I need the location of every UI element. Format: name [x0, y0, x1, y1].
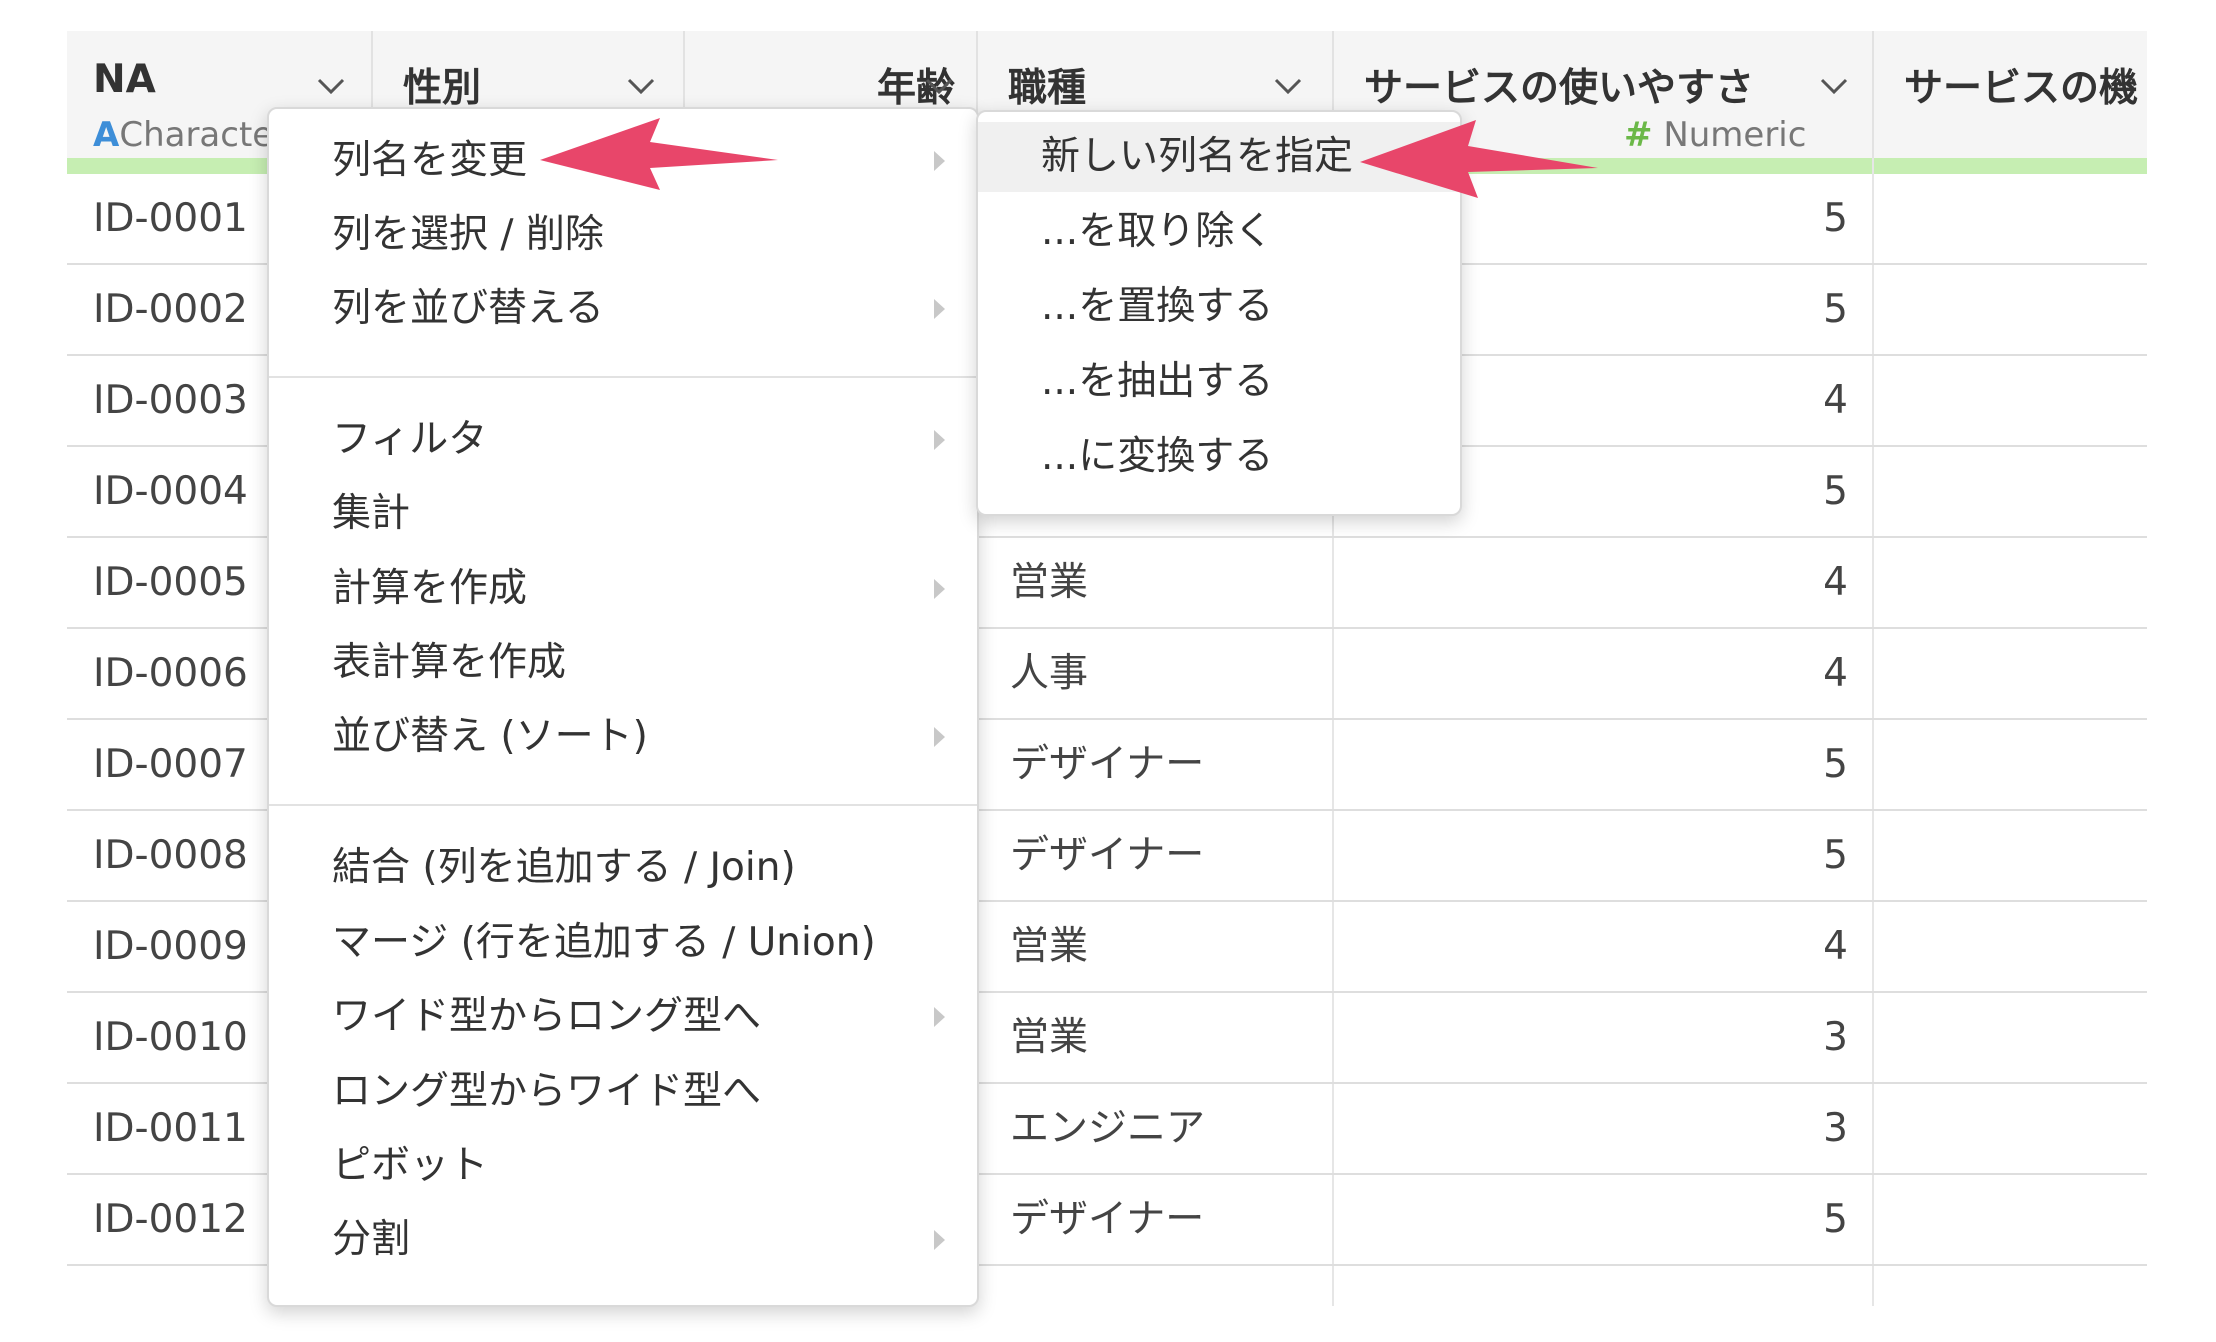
cell-id[interactable]: ID-0007: [93, 720, 248, 809]
chevron-right-icon: [931, 1227, 949, 1253]
submenu-item-label: ...を置換する: [1041, 284, 1274, 329]
submenu-item-label: ...を抽出する: [1041, 359, 1274, 404]
menu-item[interactable]: フィルタ: [269, 405, 977, 475]
submenu-item[interactable]: ...を抽出する: [978, 347, 1460, 417]
chevron-right-icon: [931, 427, 949, 453]
column-context-menu: 列名を変更列を選択 / 削除 列を並び替える フィルタ集計計算を作成表計算を作成並び…: [267, 107, 979, 1307]
menu-item[interactable]: 分割: [269, 1205, 977, 1275]
cell-usability[interactable]: 4: [1334, 538, 1848, 627]
numeric-type-icon: #: [1624, 115, 1653, 155]
column-type: # Numeric: [1624, 115, 1806, 155]
menu-item-label: ピボット: [332, 1143, 489, 1188]
chevron-right-icon: [931, 296, 949, 322]
cell-id[interactable]: ID-0008: [93, 811, 248, 900]
column-type-label: Numeric: [1663, 115, 1807, 155]
menu-item-label: 分割: [332, 1217, 411, 1262]
cell-job[interactable]: デザイナー: [1010, 1175, 1204, 1264]
menu-item[interactable]: 列を並び替える: [269, 274, 977, 344]
cell-usability[interactable]: 3: [1334, 993, 1848, 1082]
menu-item[interactable]: マージ (行を追加する / Union): [269, 908, 977, 978]
menu-item-label: 列名を変更: [332, 138, 528, 183]
cell-id[interactable]: ID-0009: [93, 902, 248, 991]
menu-item[interactable]: ピボット: [269, 1131, 977, 1201]
chevron-down-icon[interactable]: [311, 65, 351, 105]
column-name: サービスの機: [1904, 66, 2139, 111]
cell-job[interactable]: 営業: [1010, 902, 1088, 991]
cell-id[interactable]: ID-0002: [93, 265, 248, 354]
cell-job[interactable]: 人事: [1010, 629, 1088, 718]
cell-usability[interactable]: 5: [1334, 811, 1848, 900]
cell-id[interactable]: ID-0005: [93, 538, 248, 627]
cell-usability[interactable]: 4: [1334, 629, 1848, 718]
submenu-item[interactable]: ...に変換する: [978, 422, 1460, 492]
cell-id[interactable]: ID-0012: [93, 1175, 248, 1264]
annotation-arrow-new-name: [1360, 120, 1598, 198]
column-name: サービスの使いやすさ: [1364, 66, 1755, 111]
submenu-item-label: ...を取り除く: [1041, 209, 1274, 254]
menu-item-label: ワイド型からロング型へ: [332, 994, 762, 1039]
submenu-item[interactable]: ...を置換する: [978, 272, 1460, 342]
menu-item-label: 計算を作成: [332, 566, 528, 611]
column-name: 性別: [403, 66, 482, 111]
cell-job[interactable]: デザイナー: [1010, 811, 1204, 900]
menu-item[interactable]: 表計算を作成: [269, 628, 977, 698]
menu-item-label: 集計: [332, 491, 411, 536]
column-type-label: Character: [119, 115, 288, 155]
menu-item-label: 列を並び替える: [332, 286, 604, 331]
menu-item-label: 列を選択 / 削除: [332, 212, 604, 257]
chevron-down-icon[interactable]: [1814, 65, 1854, 105]
cell-usability[interactable]: 5: [1334, 1175, 1848, 1264]
cell-usability[interactable]: 3: [1334, 1084, 1848, 1173]
menu-item[interactable]: 並び替え (ソート): [269, 702, 977, 772]
cell-job[interactable]: エンジニア: [1010, 1084, 1205, 1173]
cell-id[interactable]: ID-0010: [93, 993, 248, 1082]
menu-item[interactable]: 集計: [269, 479, 977, 549]
menu-item-label: フィルタ: [332, 417, 488, 462]
menu-item-label: 表計算を作成: [332, 640, 567, 685]
cell-usability[interactable]: 4: [1334, 902, 1848, 991]
chevron-right-icon: [931, 1004, 949, 1030]
chevron-right-icon: [931, 576, 949, 602]
annotation-arrow-rename: [540, 118, 778, 190]
column-header-service[interactable]: サービスの機: [1874, 31, 2147, 158]
cell-id[interactable]: ID-0004: [93, 447, 248, 536]
menu-item-label: ロング型からワイド型へ: [332, 1069, 762, 1114]
column-type: ACharacter: [93, 115, 287, 155]
cell-job[interactable]: 営業: [1010, 993, 1088, 1082]
submenu-item-label: 新しい列名を指定: [1041, 134, 1354, 179]
cell-job[interactable]: デザイナー: [1010, 720, 1204, 809]
menu-item-label: 並び替え (ソート): [332, 714, 648, 759]
menu-item[interactable]: 計算を作成: [269, 554, 977, 624]
column-name: 職種: [1008, 66, 1087, 111]
chevron-down-icon[interactable]: [621, 65, 661, 105]
menu-item[interactable]: ロング型からワイド型へ: [269, 1057, 977, 1127]
cell-id[interactable]: ID-0011: [93, 1084, 248, 1173]
chevron-right-icon: [931, 724, 949, 750]
chevron-right-icon: [931, 148, 949, 174]
chevron-down-icon[interactable]: [1268, 65, 1308, 105]
cell-id[interactable]: ID-0003: [93, 356, 248, 445]
column-name: NA: [93, 57, 156, 102]
chevron-down-icon[interactable]: [919, 65, 959, 105]
menu-separator: [269, 804, 977, 806]
character-type-icon: A: [93, 115, 120, 155]
submenu-item-label: ...に変換する: [1041, 434, 1274, 479]
menu-item[interactable]: ワイド型からロング型へ: [269, 982, 977, 1052]
cell-id[interactable]: ID-0001: [93, 174, 248, 263]
menu-item-label: 結合 (列を追加する / Join): [332, 845, 796, 890]
menu-item-label: マージ (行を追加する / Union): [332, 920, 876, 965]
cell-usability[interactable]: 5: [1334, 720, 1848, 809]
menu-item[interactable]: 結合 (列を追加する / Join): [269, 833, 977, 903]
menu-item[interactable]: 列を選択 / 削除: [269, 200, 977, 270]
menu-separator: [269, 376, 977, 378]
cell-job[interactable]: 営業: [1010, 538, 1088, 627]
cell-id[interactable]: ID-0006: [93, 629, 248, 718]
